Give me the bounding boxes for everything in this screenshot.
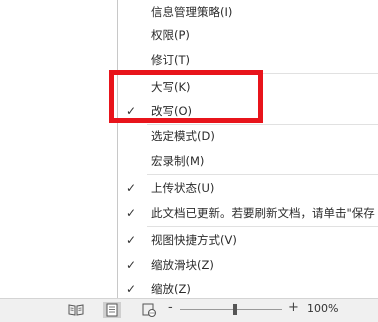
menu-item-track-changes[interactable]: 修订(T)	[118, 48, 378, 72]
checkmark-icon: ✓	[126, 201, 136, 225]
menu-item-document-updates-available[interactable]: ✓ 此文档已更新。若要刷新文档，请单击"保存	[118, 201, 378, 225]
menu-item-label: 选定模式(D)	[151, 124, 215, 148]
checkmark-icon: ✓	[126, 228, 136, 252]
menu-item-label: 上传状态(U)	[151, 176, 214, 200]
status-bar: - + 100%	[0, 298, 378, 322]
menu-item-caps-lock[interactable]: 大写(K)	[118, 75, 378, 99]
menu-item-label: 权限(P)	[151, 23, 190, 47]
zoom-slider-track[interactable]	[180, 309, 282, 310]
menu-item-label: 此文档已更新。若要刷新文档，请单击"保存	[151, 201, 375, 225]
menu-item-view-shortcuts[interactable]: ✓ 视图快捷方式(V)	[118, 228, 378, 252]
menu-item-overtype[interactable]: ✓ 改写(O)	[118, 99, 378, 123]
menu-item-selection-mode[interactable]: 选定模式(D)	[118, 124, 378, 148]
read-mode-icon[interactable]	[67, 302, 85, 318]
menu-item-label: 缩放滑块(Z)	[151, 253, 214, 277]
print-layout-icon[interactable]	[103, 302, 121, 318]
zoom-in-button[interactable]: +	[288, 300, 299, 315]
menu-item-label: 大写(K)	[151, 75, 191, 99]
zoom-percentage[interactable]: 100%	[307, 302, 338, 315]
zoom-out-button[interactable]: -	[168, 300, 173, 315]
menu-item-label: 修订(T)	[151, 48, 190, 72]
menu-item-label: 信息管理策略(I)	[151, 0, 232, 24]
menu-item-label: 改写(O)	[151, 99, 192, 123]
menu-item-information-management-policy[interactable]: 信息管理策略(I)	[118, 0, 378, 24]
menu-item-macro-recording[interactable]: 宏录制(M)	[118, 149, 378, 173]
customize-status-bar-menu: 信息管理策略(I) 权限(P) 修订(T) 大写(K) ✓ 改写(O) 选定模式…	[117, 0, 378, 299]
menu-separator	[147, 174, 378, 175]
web-layout-icon[interactable]	[140, 302, 158, 318]
menu-separator	[147, 226, 378, 227]
menu-item-label: 视图快捷方式(V)	[151, 228, 237, 252]
menu-item-permissions[interactable]: 权限(P)	[118, 23, 378, 47]
menu-separator	[147, 73, 378, 74]
zoom-slider-thumb[interactable]	[233, 304, 237, 315]
menu-item-zoom-slider[interactable]: ✓ 缩放滑块(Z)	[118, 253, 378, 277]
checkmark-icon: ✓	[126, 176, 136, 200]
checkmark-icon: ✓	[126, 99, 136, 123]
document-background	[0, 0, 118, 298]
checkmark-icon: ✓	[126, 253, 136, 277]
menu-item-upload-status[interactable]: ✓ 上传状态(U)	[118, 176, 378, 200]
menu-item-label: 宏录制(M)	[151, 149, 204, 173]
